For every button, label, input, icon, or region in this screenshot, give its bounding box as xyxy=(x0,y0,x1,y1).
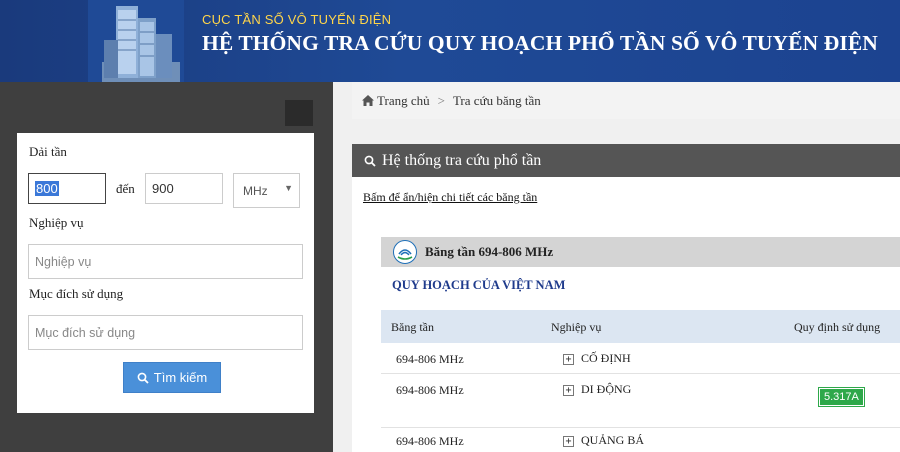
breadcrumb-current: Tra cứu băng tần xyxy=(452,92,541,108)
table-row: 694-806 MHz + QUẢNG BÁ xyxy=(381,428,900,452)
column-header-band: Băng tần xyxy=(391,320,434,334)
toggle-details-link[interactable]: Bấm để ẩn/hiện chi tiết các băng tần xyxy=(363,190,537,205)
service-cell-text: CỐ ĐỊNH xyxy=(581,351,631,365)
range-label: Dải tần xyxy=(29,144,67,159)
service-cell-text: DI ĐỘNG xyxy=(581,382,632,396)
chevron-down-icon: ▼ xyxy=(284,183,293,193)
rule-badge[interactable]: 5.317A xyxy=(818,387,865,407)
band-title: Băng tần 694-806 MHz xyxy=(425,244,554,259)
plan-title: QUY HOẠCH CỦA VIỆT NAM xyxy=(392,278,566,292)
band-cell: 694-806 MHz xyxy=(396,383,464,397)
unit-select-value: MHz xyxy=(243,183,268,198)
range-to-value: 900 xyxy=(152,181,174,196)
purpose-input[interactable]: Mục đích sử dụng xyxy=(28,315,303,350)
home-icon xyxy=(362,95,374,106)
service-label: Nghiệp vụ xyxy=(29,215,84,230)
band-cell: 694-806 MHz xyxy=(396,434,464,448)
search-button-label: Tìm kiếm xyxy=(153,370,208,385)
table-row: 694-806 MHz + DI ĐỘNG 5.317A xyxy=(381,374,900,428)
service-cell: + CỐ ĐỊNH xyxy=(563,351,631,366)
search-button[interactable]: Tìm kiếm xyxy=(123,362,221,393)
breadcrumb-home-link[interactable]: Trang chủ xyxy=(377,93,430,109)
agency-logo-icon xyxy=(393,240,417,264)
service-cell-text: QUẢNG BÁ xyxy=(581,433,644,447)
building-logo-image xyxy=(88,0,184,82)
band-cell: 694-806 MHz xyxy=(396,352,464,366)
service-cell: + QUẢNG BÁ xyxy=(563,433,644,448)
table-row: 694-806 MHz + CỐ ĐỊNH xyxy=(381,343,900,374)
range-from-input[interactable]: 800 xyxy=(28,173,106,204)
panel-title: Hệ thống tra cứu phổ tần xyxy=(382,151,542,169)
breadcrumb: Trang chủ > Tra cứu băng tần xyxy=(352,82,900,119)
search-icon xyxy=(364,155,376,167)
service-cell: + DI ĐỘNG xyxy=(563,382,631,397)
service-placeholder: Nghiệp vụ xyxy=(35,254,92,269)
expand-plus-icon[interactable]: + xyxy=(563,384,574,396)
unit-select[interactable]: MHz ▼ xyxy=(233,173,300,208)
purpose-label: Mục đích sử dụng xyxy=(29,286,124,301)
range-from-value: 800 xyxy=(35,181,59,196)
search-icon xyxy=(137,372,149,384)
system-title: HỆ THỐNG TRA CỨU QUY HOẠCH PHỔ TẦN SỐ VÔ… xyxy=(202,31,878,55)
site-header: CỤC TẦN SỐ VÔ TUYẾN ĐIỆN HỆ THỐNG TRA CỨ… xyxy=(0,0,900,82)
expand-plus-icon[interactable]: + xyxy=(563,435,574,447)
column-header-rule: Quy định sử dụng xyxy=(794,320,881,334)
purpose-placeholder: Mục đích sử dụng xyxy=(35,325,136,340)
sidebar-toggle-button[interactable] xyxy=(285,100,313,126)
service-input[interactable]: Nghiệp vụ xyxy=(28,244,303,279)
breadcrumb-separator: > xyxy=(437,92,445,108)
range-to-label: đến xyxy=(116,181,135,196)
band-header[interactable]: Băng tần 694-806 MHz xyxy=(381,237,900,267)
expand-plus-icon[interactable]: + xyxy=(563,353,574,365)
org-name: CỤC TẦN SỐ VÔ TUYẾN ĐIỆN xyxy=(202,12,392,27)
table-header: Băng tần Nghiệp vụ Quy định sử dụng xyxy=(381,310,900,343)
range-to-input[interactable]: 900 xyxy=(145,173,223,204)
panel-header: Hệ thống tra cứu phổ tần xyxy=(352,144,900,177)
column-header-service: Nghiệp vụ xyxy=(551,320,602,334)
